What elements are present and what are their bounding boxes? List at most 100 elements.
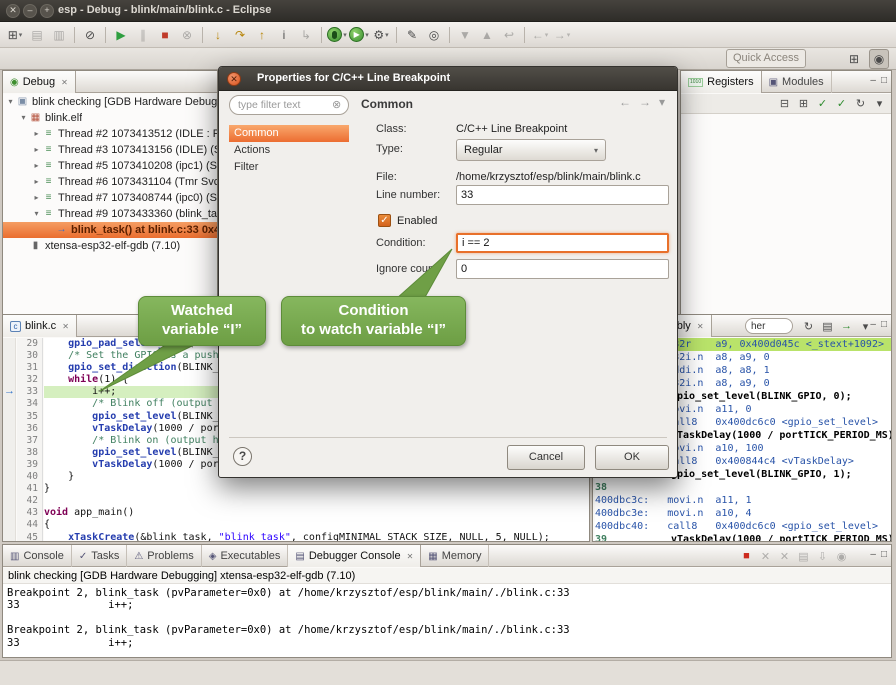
remove-all-terminated-icon[interactable]: ✕ xyxy=(776,548,793,564)
close-tab-icon[interactable]: ✕ xyxy=(61,78,68,87)
tab-registers[interactable]: 1010 Registers xyxy=(681,71,762,93)
dropdown-arrow-icon[interactable]: ▾ xyxy=(365,31,369,39)
debug-tree-item[interactable]: ▸≡Thread #2 1073413512 (IDLE : Runn xyxy=(3,126,217,142)
previous-annotation-icon[interactable]: ▲ xyxy=(477,25,497,45)
debug-icon[interactable]: ▾ xyxy=(327,25,347,45)
forward-icon[interactable]: →▾ xyxy=(552,25,572,45)
show-source-icon[interactable]: ▤ xyxy=(819,318,836,334)
minimize-panel-icon[interactable]: – xyxy=(870,319,876,330)
save-all-icon[interactable]: ▥ xyxy=(49,25,69,45)
tab-debug[interactable]: ◉ Debug ✕ xyxy=(3,71,76,93)
dialog-filter-input[interactable] xyxy=(229,95,349,115)
window-minimize-icon[interactable]: – xyxy=(23,4,37,18)
close-tab-icon[interactable]: ✕ xyxy=(62,322,69,331)
editor-annotation-ruler[interactable] xyxy=(3,338,16,541)
debug-tree-item[interactable]: ▾▣blink checking [GDB Hardware Debug xyxy=(3,94,217,110)
resume-icon[interactable]: ▶ xyxy=(111,25,131,45)
maximize-panel-icon[interactable]: □ xyxy=(881,75,887,86)
expander-icon[interactable]: ▸ xyxy=(31,174,42,190)
dialog-nav-filter[interactable]: Filter xyxy=(229,159,349,176)
minimize-panel-icon[interactable]: – xyxy=(870,549,876,560)
refresh-icon[interactable]: ↻ xyxy=(800,318,817,334)
debug-tree-item[interactable]: ▸≡Thread #6 1073431104 (Tmr Svc) (S xyxy=(3,174,217,190)
tab-memory[interactable]: ▦Memory xyxy=(421,545,489,567)
external-tools-icon[interactable]: ⚙▾ xyxy=(371,25,391,45)
skip-all-breakpoints-icon[interactable]: ⊘ xyxy=(80,25,100,45)
dialog-nav-common[interactable]: Common xyxy=(229,125,349,142)
back-icon[interactable]: ←▾ xyxy=(530,25,550,45)
close-tab-icon[interactable]: ✕ xyxy=(407,552,414,561)
remove-launch-icon[interactable]: ✕ xyxy=(757,548,774,564)
suspend-icon[interactable]: ∥ xyxy=(133,25,153,45)
new-icon[interactable]: ⊞▾ xyxy=(5,25,25,45)
dropdown-arrow-icon[interactable]: ▾ xyxy=(545,31,549,39)
debug-tree-item[interactable]: ▾▦blink.elf xyxy=(3,110,217,126)
tab-console[interactable]: ▥Console xyxy=(3,545,72,567)
dropdown-arrow-icon[interactable]: ▾ xyxy=(19,31,23,39)
sync-with-pc-icon[interactable]: → xyxy=(838,318,855,334)
step-into-icon[interactable]: ↓ xyxy=(208,25,228,45)
view-menu-icon[interactable]: ▾ xyxy=(659,95,665,109)
window-close-icon[interactable]: ✕ xyxy=(6,4,20,18)
disassembly-location-input[interactable] xyxy=(745,318,793,334)
debug-tree-item[interactable]: →blink_task() at blink.c:33 0x400db xyxy=(3,222,217,238)
dialog-close-icon[interactable]: ✕ xyxy=(227,72,241,86)
debug-tree-item[interactable]: ▸≡Thread #5 1073410208 (ipc1) (Susp xyxy=(3,158,217,174)
dropdown-arrow-icon[interactable]: ▾ xyxy=(385,31,389,39)
maximize-panel-icon[interactable]: □ xyxy=(881,549,887,560)
search-icon[interactable]: ◎ xyxy=(424,25,444,45)
debug-tree-item[interactable]: ▮xtensa-esp32-elf-gdb (7.10) xyxy=(3,238,217,254)
window-maximize-icon[interactable]: + xyxy=(40,4,54,18)
debug-perspective-icon[interactable]: ◉ xyxy=(869,49,889,69)
expand-all-icon[interactable]: ⊞ xyxy=(795,96,812,112)
tab-modules[interactable]: ▣ Modules xyxy=(762,71,832,93)
open-perspective-icon[interactable]: ⊞ xyxy=(844,49,864,69)
debug-tree-item[interactable]: ▸≡Thread #7 1073408744 (ipc0) (Susp xyxy=(3,190,217,206)
help-button[interactable]: ? xyxy=(233,447,252,466)
drop-to-frame-icon[interactable]: ↳ xyxy=(296,25,316,45)
collapse-all-icon[interactable]: ⊟ xyxy=(776,96,793,112)
refresh-icon[interactable]: ↻ xyxy=(852,96,869,112)
line-number-field[interactable] xyxy=(456,185,669,205)
tab-blink-c[interactable]: c blink.c ✕ xyxy=(3,315,77,337)
view-menu-icon[interactable]: ▾ xyxy=(871,96,888,112)
debug-tree-item[interactable]: ▾≡Thread #9 1073433360 (blink_task : xyxy=(3,206,217,222)
instruction-stepping-icon[interactable]: i xyxy=(274,25,294,45)
ok-button[interactable]: OK xyxy=(595,445,669,470)
expander-icon[interactable]: ▾ xyxy=(18,110,29,126)
clear-filter-icon[interactable]: ⊗ xyxy=(332,98,341,111)
ignore-count-field[interactable] xyxy=(456,259,669,279)
dialog-nav-actions[interactable]: Actions xyxy=(229,142,349,159)
expander-icon[interactable]: ▸ xyxy=(31,142,42,158)
expander-icon[interactable]: ▸ xyxy=(31,126,42,142)
show-logical-structure-icon[interactable]: ✓ xyxy=(833,96,850,112)
terminate-icon[interactable]: ■ xyxy=(155,25,175,45)
disconnect-icon[interactable]: ⊗ xyxy=(177,25,197,45)
tab-problems[interactable]: ⚠Problems xyxy=(127,545,201,567)
maximize-panel-icon[interactable]: □ xyxy=(881,319,887,330)
step-return-icon[interactable]: ↑ xyxy=(252,25,272,45)
next-annotation-icon[interactable]: ▼ xyxy=(455,25,475,45)
debug-tree-item[interactable]: ▸≡Thread #3 1073413156 (IDLE) (Susp xyxy=(3,142,217,158)
enabled-checkbox[interactable]: ✓ xyxy=(378,214,391,227)
type-dropdown[interactable]: Regular ▾ xyxy=(456,139,606,161)
back-icon[interactable]: ← xyxy=(619,95,631,109)
minimize-panel-icon[interactable]: – xyxy=(870,75,876,86)
run-icon[interactable]: ▶▾ xyxy=(349,25,369,45)
scroll-lock-icon[interactable]: ⇩ xyxy=(814,548,831,564)
clear-console-icon[interactable]: ▤ xyxy=(795,548,812,564)
forward-icon[interactable]: → xyxy=(639,95,651,109)
terminate-icon[interactable]: ■ xyxy=(738,548,755,564)
quick-access-button[interactable]: Quick Access xyxy=(726,49,806,68)
tab-executables[interactable]: ◈Executables xyxy=(202,545,289,567)
step-over-icon[interactable]: ↷ xyxy=(230,25,250,45)
cancel-button[interactable]: Cancel xyxy=(507,445,585,470)
dropdown-arrow-icon[interactable]: ▾ xyxy=(343,31,347,39)
new-wizard-icon[interactable]: ✎ xyxy=(402,25,422,45)
condition-field[interactable] xyxy=(456,233,669,253)
tab-tasks[interactable]: ✓Tasks xyxy=(72,545,128,567)
console-output[interactable]: Breakpoint 2, blink_task (pvParameter=0x… xyxy=(3,584,891,657)
pin-console-icon[interactable]: ◉ xyxy=(833,548,850,564)
last-edit-location-icon[interactable]: ↩ xyxy=(499,25,519,45)
expander-icon[interactable]: ▾ xyxy=(31,206,42,222)
